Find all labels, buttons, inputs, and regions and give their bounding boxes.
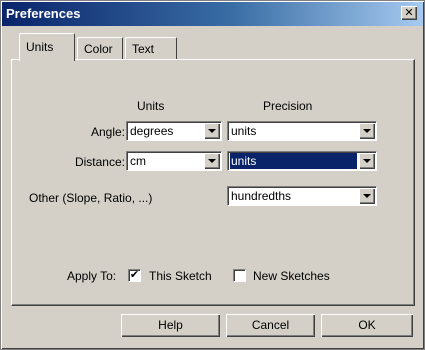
tab-units[interactable]: Units bbox=[19, 33, 75, 61]
cancel-button[interactable]: Cancel bbox=[226, 314, 315, 337]
ok-button-label: OK bbox=[358, 318, 376, 332]
units-tab-panel bbox=[11, 59, 415, 306]
tab-units-label: Units bbox=[26, 40, 54, 54]
title-bar[interactable]: Preferences ✕ bbox=[2, 2, 423, 26]
help-button[interactable]: Help bbox=[121, 314, 220, 337]
tab-text[interactable]: Text bbox=[125, 37, 177, 59]
tab-color-label: Color bbox=[84, 42, 113, 56]
dialog-title: Preferences bbox=[6, 6, 81, 21]
tab-color[interactable]: Color bbox=[77, 37, 123, 59]
preferences-dialog: Preferences ✕ Units Color Text Units Pre… bbox=[0, 0, 425, 350]
cancel-button-label: Cancel bbox=[251, 318, 290, 332]
close-button[interactable]: ✕ bbox=[401, 6, 417, 20]
tab-text-label: Text bbox=[132, 42, 155, 56]
help-button-label: Help bbox=[158, 318, 183, 332]
ok-button[interactable]: OK bbox=[321, 314, 413, 337]
close-icon: ✕ bbox=[404, 7, 414, 19]
